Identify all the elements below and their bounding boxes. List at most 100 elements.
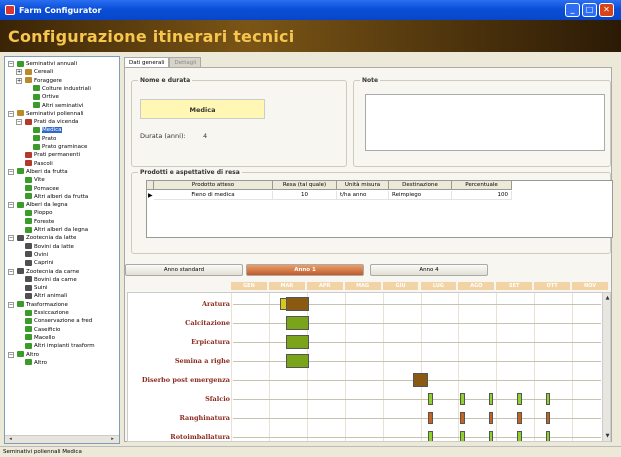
table-cell[interactable]: 100 (452, 191, 512, 200)
tree-item[interactable]: Altro (25, 359, 47, 367)
tree-item[interactable]: Prato graminace (33, 143, 87, 151)
operation-mark[interactable] (517, 393, 522, 405)
tree-item[interactable]: − Alberi da frutta (8, 168, 68, 176)
operation-mark[interactable] (428, 412, 433, 424)
expander-icon[interactable]: − (8, 351, 14, 358)
anno-1-button[interactable]: Anno 1 (246, 264, 364, 276)
tree-item[interactable]: − Prati da vicenda (16, 118, 78, 126)
operation-mark[interactable] (488, 431, 494, 441)
expander-icon[interactable]: − (8, 235, 14, 242)
tree-item[interactable]: − Zootecnia da latte (8, 234, 76, 242)
anno-4-button[interactable]: Anno 4 (370, 264, 488, 276)
tab-dati-generali[interactable]: Dati generali (124, 57, 170, 67)
expander-icon[interactable]: − (8, 110, 14, 117)
nome-field[interactable]: Medica (140, 99, 265, 119)
operation-mark[interactable] (460, 393, 465, 405)
expander-icon[interactable]: − (8, 268, 14, 275)
table-cell[interactable]: Fieno di medica (154, 191, 273, 200)
note-textarea[interactable] (365, 94, 605, 151)
tree-item[interactable]: Altri alberi da frutta (25, 193, 88, 201)
tree-item[interactable]: Colture industriali (33, 85, 91, 93)
expander-icon[interactable]: − (8, 202, 14, 209)
table-cell[interactable]: Reimpiego (389, 191, 452, 200)
tree-item[interactable]: Pascoli (25, 160, 53, 168)
tree-item[interactable]: Bovini da carne (25, 276, 77, 284)
table-cell[interactable]: 10 (273, 191, 337, 200)
tree-item[interactable]: + Foraggere (16, 77, 62, 85)
tree-item[interactable]: − Seminativi poliennali (8, 110, 84, 118)
column-header[interactable]: Unità misura (337, 181, 389, 190)
category-tree[interactable]: − Seminativi annuali + Cereali + Foraggere Col… (4, 56, 120, 444)
expander-icon[interactable]: − (16, 119, 22, 126)
anno-standard-button[interactable]: Anno standard (125, 264, 243, 276)
table-cell[interactable]: t/ha anno (337, 191, 389, 200)
durata-value[interactable]: 4 (203, 132, 207, 140)
plant-icon (25, 317, 32, 324)
tree-item[interactable]: − Trasformazione (8, 301, 68, 309)
operation-mark[interactable] (412, 373, 429, 387)
tree-item[interactable]: Macello (25, 334, 55, 342)
tree-item[interactable]: − Altro (8, 351, 39, 359)
tree-item[interactable]: Prati permanenti (25, 151, 80, 159)
operation-mark[interactable] (517, 431, 522, 441)
operation-mark[interactable] (545, 393, 551, 405)
tree-item[interactable]: Altri alberi da legna (25, 226, 88, 234)
tree-item[interactable]: Foreste (25, 218, 54, 226)
operation-mark[interactable] (517, 412, 522, 424)
operation-mark[interactable] (285, 316, 309, 330)
column-header[interactable]: Destinazione (389, 181, 452, 190)
title-bar[interactable]: Farm Configurator _ □ ✕ (0, 0, 621, 20)
scroll-down-icon[interactable]: ▼ (604, 433, 610, 440)
tree-item[interactable]: Essiccazione (25, 309, 69, 317)
calendar-vertical-scrollbar[interactable]: ▲ ▼ (602, 293, 610, 441)
tree-item[interactable]: Caprini (25, 259, 54, 267)
tree-item[interactable]: − Zootecnia da carne (8, 268, 79, 276)
tree-item[interactable]: − Alberi da legna (8, 201, 68, 209)
tree-item[interactable]: Medica (33, 126, 62, 134)
tab-dettagli[interactable]: Dettagli (169, 57, 202, 67)
column-header[interactable]: Percentuale (452, 181, 512, 190)
tree-item[interactable]: Suini (25, 284, 48, 292)
prodotti-table[interactable]: Prodotto atteso Resa (tal quale) Unità m… (146, 180, 613, 238)
tree-item[interactable]: Pomacee (25, 185, 59, 193)
tree-item[interactable]: Bovini da latte (25, 243, 74, 251)
operation-mark[interactable] (460, 431, 465, 441)
expander-icon[interactable]: + (16, 69, 22, 76)
column-header[interactable]: Prodotto atteso (154, 181, 273, 190)
operation-mark[interactable] (488, 412, 494, 424)
tree-horizontal-scrollbar[interactable]: ◂ ▸ (5, 435, 119, 443)
tree-item[interactable]: Caseificio (25, 326, 60, 334)
operations-calendar[interactable]: Aratura Calcitazione Erpicatura Semina a ri… (127, 292, 611, 442)
operation-mark[interactable] (488, 393, 494, 405)
tree-item[interactable]: Prato (33, 135, 56, 143)
operation-mark[interactable] (285, 335, 309, 349)
scroll-right-icon[interactable]: ▸ (109, 436, 116, 443)
tree-item[interactable]: Conservazione a fred (25, 317, 92, 325)
operation-mark[interactable] (285, 297, 309, 311)
tree-item[interactable]: Altri seminativi (33, 102, 83, 110)
tree-item[interactable]: − Seminativi annuali (8, 60, 77, 68)
scroll-up-icon[interactable]: ▲ (604, 295, 610, 302)
scroll-left-icon[interactable]: ◂ (7, 436, 14, 443)
expander-icon[interactable]: − (8, 301, 14, 308)
tree-item[interactable]: Altri impianti trasform (25, 342, 95, 350)
tree-item[interactable]: Altri animali (25, 292, 67, 300)
operation-mark[interactable] (428, 393, 433, 405)
tree-item[interactable]: Ovini (25, 251, 48, 259)
column-header[interactable]: Resa (tal quale) (273, 181, 337, 190)
expander-icon[interactable]: − (8, 61, 14, 67)
expander-icon[interactable]: + (16, 77, 22, 84)
operation-mark[interactable] (545, 431, 551, 441)
operation-mark[interactable] (428, 431, 433, 441)
tree-item[interactable]: Vite (25, 176, 45, 184)
minimize-button[interactable]: _ (565, 3, 580, 17)
maximize-button[interactable]: □ (582, 3, 597, 17)
tree-item[interactable]: + Cereali (16, 68, 53, 76)
expander-icon[interactable]: − (8, 168, 14, 175)
tree-item[interactable]: Ortive (33, 93, 59, 101)
operation-mark[interactable] (460, 412, 465, 424)
operation-mark[interactable] (545, 412, 551, 424)
close-button[interactable]: ✕ (599, 3, 614, 17)
operation-mark[interactable] (285, 354, 309, 368)
tree-item[interactable]: Pioppo (25, 209, 52, 217)
